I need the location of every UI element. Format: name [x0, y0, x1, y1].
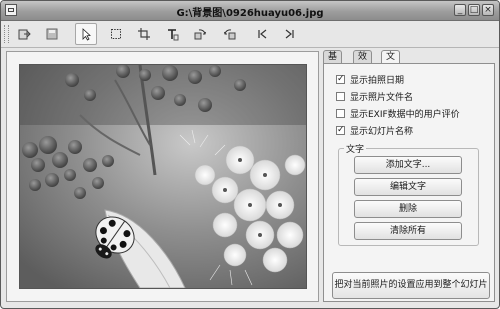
pointer-tool-button[interactable]	[75, 23, 97, 45]
show-date-label: 显示拍照日期	[350, 76, 405, 86]
crop-button[interactable]	[133, 23, 155, 45]
show-exif-rating-label: 显示EXIF数据中的用户评价	[350, 110, 460, 120]
text-tool-button[interactable]	[161, 23, 183, 45]
select-rect-button[interactable]	[105, 23, 127, 45]
save-icon	[46, 28, 58, 40]
app-window: G:\背景图\0926huayu06.jpg _ □ × 基 效 文 ✓ 显示拍…	[0, 0, 500, 309]
text-tool-icon	[168, 29, 179, 41]
toolbar-grip[interactable]	[4, 25, 9, 43]
add-text-button[interactable]: 添加文字...	[354, 156, 462, 174]
show-exif-rating-checkbox[interactable]	[336, 109, 345, 118]
show-date-checkbox[interactable]	[336, 74, 345, 84]
clear-all-button[interactable]: 清除所有	[354, 222, 462, 240]
delete-button[interactable]: 删除	[354, 200, 462, 218]
first-icon	[258, 29, 267, 39]
option-show-slideshow-name[interactable]: 显示幻灯片名称	[336, 124, 413, 137]
tab-effects[interactable]: 效果	[353, 50, 373, 75]
close-button[interactable]: ×	[482, 4, 494, 16]
pointer-icon	[82, 28, 91, 41]
last-photo-button[interactable]	[279, 23, 301, 45]
show-filename-label: 显示照片文件名	[350, 93, 414, 103]
apply-to-slideshow-button[interactable]: 把对当前照片的设置应用到整个幻灯片	[332, 272, 490, 299]
rotate-right-button[interactable]	[189, 23, 211, 45]
save-button[interactable]	[41, 23, 63, 45]
tab-basic[interactable]: 基本	[323, 50, 343, 75]
ladybug-flower-photo	[20, 65, 306, 288]
text-settings-panel: 显示拍照日期 显示照片文件名 显示EXIF数据中的用户评价 显示幻灯片名称 文字…	[323, 63, 495, 302]
photo-frame	[6, 51, 319, 302]
window-title: G:\背景图\0926huayu06.jpg	[176, 8, 324, 19]
toolbar	[1, 21, 499, 48]
option-show-date[interactable]: 显示拍照日期	[336, 73, 404, 86]
maximize-button[interactable]: □	[468, 4, 480, 16]
text-group-label: 文字	[344, 142, 367, 155]
show-slideshow-name-label: 显示幻灯片名称	[350, 127, 414, 137]
rotate-left-button[interactable]	[219, 23, 241, 45]
option-show-exif-rating[interactable]: 显示EXIF数据中的用户评价	[336, 107, 460, 120]
minimize-button[interactable]: _	[454, 4, 466, 16]
import-button[interactable]	[13, 23, 35, 45]
option-show-filename[interactable]: 显示照片文件名	[336, 90, 413, 103]
crop-icon	[138, 28, 150, 40]
import-icon	[18, 29, 31, 40]
last-icon	[285, 29, 294, 39]
show-filename-checkbox[interactable]	[336, 92, 345, 101]
first-photo-button[interactable]	[251, 23, 273, 45]
show-slideshow-name-checkbox[interactable]	[336, 125, 345, 135]
edit-text-button[interactable]: 编辑文字	[354, 178, 462, 196]
rotate-right-icon	[194, 29, 206, 40]
select-rect-icon	[111, 29, 121, 39]
title-bar[interactable]: G:\背景图\0926huayu06.jpg _ □ ×	[1, 1, 499, 21]
photo-preview[interactable]	[19, 64, 307, 289]
rotate-left-icon	[224, 29, 236, 40]
